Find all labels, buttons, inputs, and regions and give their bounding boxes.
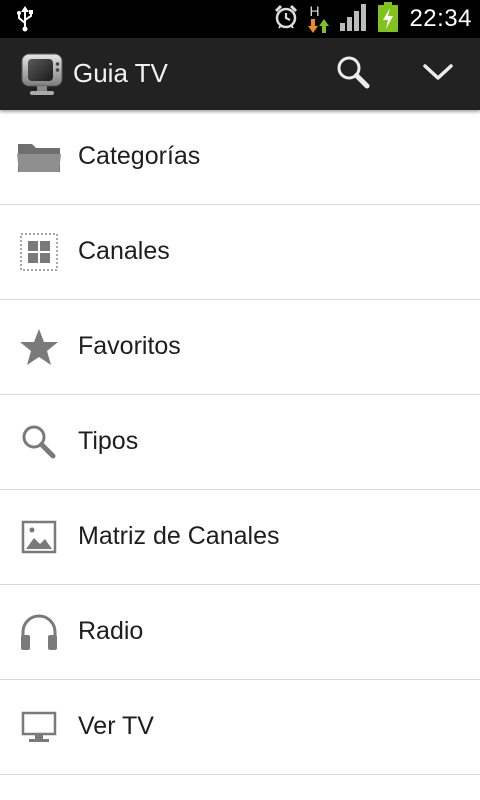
menu-item-matriz-de-canales[interactable]: Matriz de Canales [0,490,480,585]
app-title: Guia TV [73,58,168,88]
signal-icon [339,3,369,36]
alarm-icon [273,4,299,35]
network-activity-icon: H [307,3,331,33]
search-icon [16,419,62,465]
menu-item-tipos[interactable]: Tipos [0,395,480,490]
tv-logo-icon [20,51,64,97]
menu-item-canales[interactable]: Canales [0,205,480,300]
menu-item-radio[interactable]: Radio [0,585,480,680]
folder-icon [16,134,62,180]
menu-item-categorias[interactable]: Categorías [0,110,480,205]
menu-item-label: Favoritos [78,332,181,360]
status-bar: H 22:34 [0,0,480,38]
network-type-label: H [309,3,320,19]
battery-charging-icon [377,1,399,37]
menu-item-label: Categorías [78,142,201,170]
headphones-icon [16,609,62,655]
grid-icon [16,229,62,275]
menu-item-favoritos[interactable]: Favoritos [0,300,480,395]
usb-icon [14,6,36,36]
monitor-icon [16,704,62,750]
menu-item-label: Canales [78,237,170,265]
action-bar: Guia TV [0,38,480,110]
menu-list: Categorías Canales Favoritos Tipos Matri… [0,110,480,775]
menu-item-ver-tv[interactable]: Ver TV [0,680,480,775]
menu-item-label: Tipos [78,427,139,455]
search-icon [335,54,371,95]
search-button[interactable] [330,53,376,95]
menu-item-label: Matriz de Canales [78,522,280,550]
image-icon [16,514,62,560]
menu-item-label: Ver TV [78,712,154,740]
star-icon [16,324,62,370]
status-clock: 22:34 [409,5,472,32]
overflow-menu-button[interactable] [414,53,462,95]
chevron-down-icon [422,62,454,87]
menu-item-label: Radio [78,617,144,645]
